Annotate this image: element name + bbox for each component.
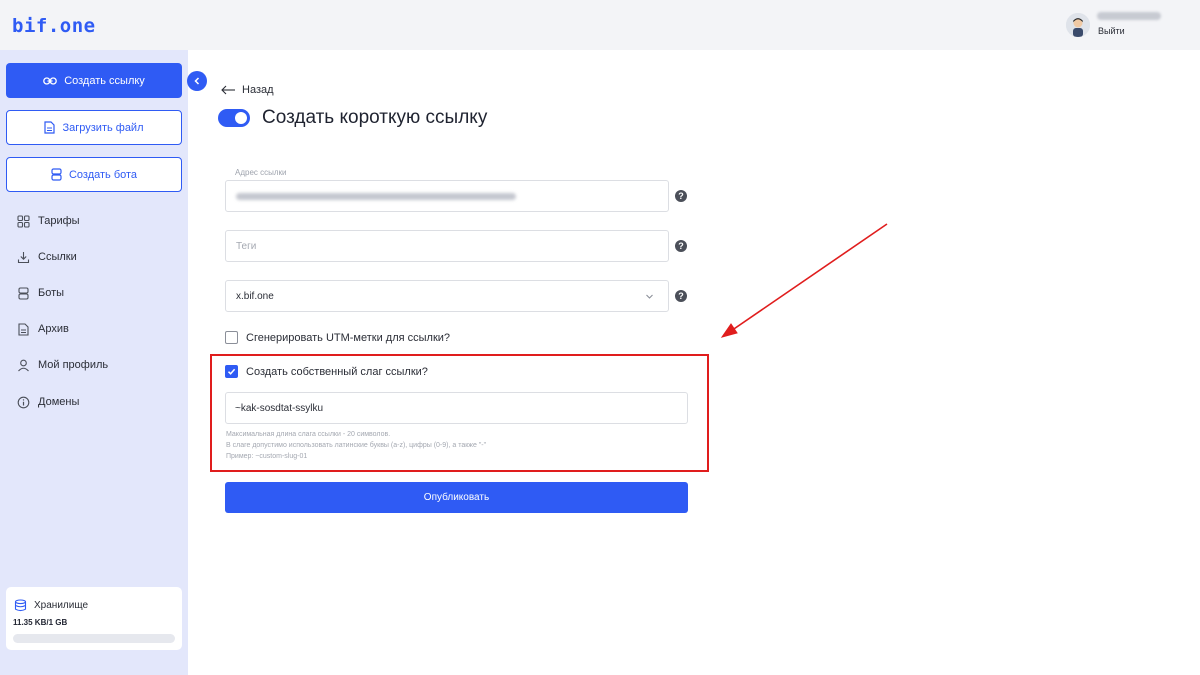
create-bot-button[interactable]: Создать бота bbox=[6, 157, 182, 192]
slug-hint: В слаге допустимо использовать латинские… bbox=[226, 442, 487, 449]
toggle-knob bbox=[235, 112, 247, 124]
slug-hint: Максимальная длина слага ссылки - 20 сим… bbox=[226, 431, 391, 438]
database-icon bbox=[14, 599, 27, 612]
sidebar-item-tariffs[interactable]: Тарифы bbox=[17, 213, 80, 229]
create-bot-label: Создать бота bbox=[68, 168, 138, 181]
slug-input[interactable]: ~kak-sosdtat-ssylku bbox=[225, 392, 688, 424]
slug-hint: Пример: ~custom-slug-01 bbox=[226, 453, 308, 460]
sidebar: Создать ссылку Загрузить файл Создать бо… bbox=[0, 50, 188, 675]
utm-checkbox-row[interactable]: Сгенерировать UTM-метки для ссылки? bbox=[225, 331, 450, 344]
sidebar-item-label: Ссылки bbox=[38, 251, 77, 263]
checkmark-icon bbox=[227, 368, 236, 375]
avatar[interactable] bbox=[1066, 13, 1090, 37]
enable-toggle[interactable] bbox=[218, 109, 250, 127]
help-icon[interactable]: ? bbox=[675, 190, 687, 202]
logout-link[interactable]: Выйти bbox=[1098, 26, 1125, 36]
upload-file-label: Загрузить файл bbox=[62, 121, 144, 134]
info-icon bbox=[17, 396, 30, 408]
user-avatar-icon bbox=[1066, 13, 1090, 37]
domain-select-value: x.bif.one bbox=[236, 290, 274, 302]
user-icon bbox=[18, 359, 29, 371]
top-bar: bif.one Выйти bbox=[0, 0, 1200, 50]
link-download-icon bbox=[17, 251, 30, 263]
upload-file-button[interactable]: Загрузить файл bbox=[6, 110, 182, 145]
logo[interactable]: bif.one bbox=[12, 15, 96, 37]
slug-checkbox-row[interactable]: Создать собственный слаг ссылки? bbox=[225, 365, 428, 378]
url-field-label: Адрес ссылки bbox=[235, 168, 287, 177]
tags-placeholder: Теги bbox=[236, 240, 257, 252]
grid-icon bbox=[17, 214, 30, 228]
bot-icon bbox=[51, 168, 62, 181]
sidebar-item-label: Тарифы bbox=[38, 215, 80, 227]
domain-select[interactable]: x.bif.one bbox=[225, 280, 669, 312]
slug-input-value: ~kak-sosdtat-ssylku bbox=[235, 402, 324, 414]
create-link-label: Создать ссылку bbox=[64, 74, 145, 87]
back-label: Назад bbox=[242, 84, 274, 96]
url-input[interactable] bbox=[225, 180, 669, 212]
url-value-blurred bbox=[236, 192, 516, 200]
help-icon[interactable]: ? bbox=[675, 290, 687, 302]
annotation-arrow bbox=[720, 223, 888, 338]
publish-button[interactable]: Опубликовать bbox=[225, 482, 688, 513]
tags-input[interactable]: Теги bbox=[225, 230, 669, 262]
bot-icon bbox=[18, 286, 29, 300]
sidebar-item-label: Домены bbox=[38, 396, 80, 408]
sidebar-item-label: Боты bbox=[38, 287, 65, 299]
document-icon bbox=[18, 322, 29, 336]
storage-title: Хранилище bbox=[14, 599, 88, 612]
storage-title-label: Хранилище bbox=[34, 600, 88, 611]
slug-checkbox[interactable] bbox=[225, 365, 238, 378]
arrow-left-icon bbox=[221, 85, 235, 95]
chevron-down-icon bbox=[646, 294, 653, 299]
chevron-left-icon bbox=[194, 77, 200, 85]
sidebar-item-domains[interactable]: Домены bbox=[17, 394, 79, 410]
storage-card: Хранилище 11.35 KB/1 GB bbox=[6, 587, 182, 650]
page-title: Создать короткую ссылку bbox=[262, 107, 488, 128]
sidebar-item-archive[interactable]: Архив bbox=[17, 321, 69, 337]
user-name-blurred bbox=[1097, 12, 1161, 20]
utm-checkbox[interactable] bbox=[225, 331, 238, 344]
sidebar-item-label: Архив bbox=[38, 323, 69, 335]
storage-progress-bar bbox=[13, 634, 175, 643]
utm-checkbox-label: Сгенерировать UTM-метки для ссылки? bbox=[246, 331, 451, 344]
sidebar-item-profile[interactable]: Мой профиль bbox=[17, 357, 108, 373]
sidebar-item-links[interactable]: Ссылки bbox=[17, 249, 77, 265]
back-link[interactable]: Назад bbox=[221, 84, 274, 96]
link-icon bbox=[43, 76, 58, 85]
sidebar-item-label: Мой профиль bbox=[38, 359, 109, 371]
create-link-button[interactable]: Создать ссылку bbox=[6, 63, 182, 98]
file-icon bbox=[44, 121, 56, 134]
help-icon[interactable]: ? bbox=[675, 240, 687, 252]
sidebar-item-bots[interactable]: Боты bbox=[17, 285, 64, 301]
storage-value: 11.35 KB/1 GB bbox=[13, 618, 68, 627]
slug-checkbox-label: Создать собственный слаг ссылки? bbox=[246, 365, 428, 378]
collapse-sidebar-button[interactable] bbox=[187, 71, 207, 91]
